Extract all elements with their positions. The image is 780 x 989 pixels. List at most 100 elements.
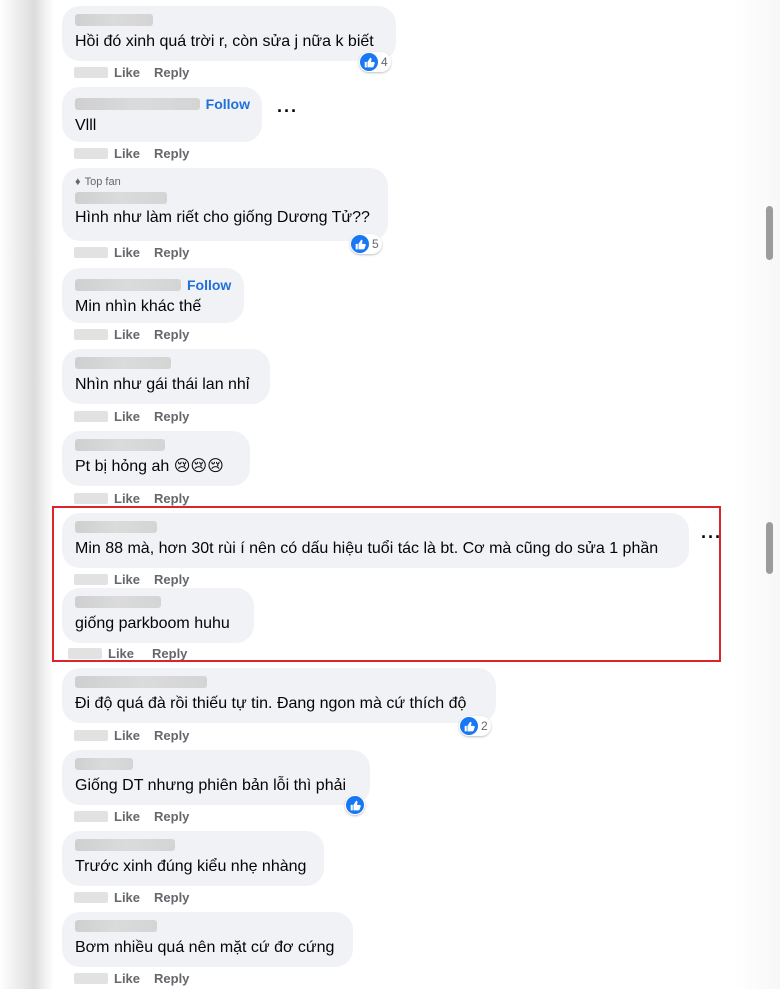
like-button[interactable]: Like bbox=[114, 890, 140, 905]
comment-actions: Like Reply bbox=[74, 491, 189, 506]
comment-bubble: Follow Vlll bbox=[62, 87, 262, 142]
reaction-count[interactable]: 4 bbox=[359, 52, 391, 72]
comment-text: Nhìn như gái thái lan nhỉ bbox=[75, 376, 250, 393]
commenter-name-blurred bbox=[75, 14, 153, 26]
comment-text: Pt bị hỏng ah 😢😢😢 bbox=[75, 458, 224, 475]
comment-bubble: Hồi đó xinh quá trời r, còn sửa j nữa k … bbox=[62, 6, 396, 61]
like-button[interactable]: Like bbox=[114, 245, 140, 260]
comment-actions: Like Reply bbox=[74, 245, 189, 260]
scrollbar-thumb-bottom[interactable] bbox=[766, 522, 773, 574]
comment-text: Hồi đó xinh quá trời r, còn sửa j nữa k … bbox=[75, 33, 374, 50]
thumbs-up-icon bbox=[346, 796, 364, 814]
timestamp-blurred bbox=[74, 973, 108, 984]
comment-text: Trước xinh đúng kiểu nhẹ nhàng bbox=[75, 858, 307, 875]
comment-item: Giống DT nhưng phiên bản lỗi thì phải bbox=[62, 750, 370, 805]
commenter-name-row: Follow bbox=[75, 95, 250, 113]
scrollbar-thumb-top[interactable] bbox=[766, 206, 773, 260]
reply-button[interactable]: Reply bbox=[154, 409, 189, 424]
reply-button[interactable]: Reply bbox=[154, 491, 189, 506]
comment-item: Follow Min nhìn khác thế bbox=[62, 268, 244, 323]
comment-bubble: Follow Min nhìn khác thế bbox=[62, 268, 244, 323]
comment-bubble: Nhìn như gái thái lan nhỉ bbox=[62, 349, 270, 404]
commenter-name-blurred bbox=[75, 676, 207, 688]
comment-actions: Like Reply bbox=[74, 146, 189, 161]
commenter-name-blurred bbox=[75, 839, 175, 851]
comment-actions: Like Reply bbox=[74, 327, 189, 342]
like-button[interactable]: Like bbox=[114, 65, 140, 80]
comment-bubble: Giống DT nhưng phiên bản lỗi thì phải bbox=[62, 750, 370, 805]
commenter-name-row: Follow bbox=[75, 276, 232, 294]
timestamp-blurred bbox=[74, 811, 108, 822]
like-button[interactable]: Like bbox=[114, 409, 140, 424]
comment-actions: Like Reply bbox=[74, 65, 189, 80]
commenter-name-blurred bbox=[75, 439, 165, 451]
diamond-icon: ♦ bbox=[75, 176, 81, 188]
comment-actions: Like Reply bbox=[74, 809, 189, 824]
like-button[interactable]: Like bbox=[114, 146, 140, 161]
comment-bubble: ♦ Top fan Hình như làm riết cho giống Dư… bbox=[62, 168, 388, 241]
comment-item: Pt bị hỏng ah 😢😢😢 bbox=[62, 431, 250, 486]
like-button[interactable]: Like bbox=[114, 491, 140, 506]
follow-button[interactable]: Follow bbox=[187, 277, 231, 293]
timestamp-blurred bbox=[74, 730, 108, 741]
commenter-name-blurred bbox=[75, 357, 171, 369]
top-fan-badge: ♦ Top fan bbox=[75, 176, 376, 188]
reply-button[interactable]: Reply bbox=[154, 146, 189, 161]
reaction-count[interactable]: 5 bbox=[350, 234, 382, 254]
top-fan-label: Top fan bbox=[84, 176, 121, 188]
comment-actions: Like Reply bbox=[74, 409, 189, 424]
reply-button[interactable]: Reply bbox=[154, 809, 189, 824]
timestamp-blurred bbox=[74, 247, 108, 258]
like-button[interactable]: Like bbox=[114, 327, 140, 342]
highlight-box bbox=[52, 506, 721, 662]
reaction-count[interactable]: 2 bbox=[459, 716, 491, 736]
comment-item: Hồi đó xinh quá trời r, còn sửa j nữa k … bbox=[62, 6, 396, 61]
timestamp-blurred bbox=[74, 67, 108, 78]
comment-item: Follow Vlll bbox=[62, 87, 262, 142]
follow-button[interactable]: Follow bbox=[206, 96, 250, 112]
more-options-icon[interactable]: ··· bbox=[277, 101, 298, 122]
comment-actions: Like Reply bbox=[74, 728, 189, 743]
comment-text: Bơm nhiều quá nên mặt cứ đơ cứng bbox=[75, 939, 335, 956]
thumbs-up-icon bbox=[360, 53, 378, 71]
comment-actions: Like Reply bbox=[74, 971, 189, 986]
commenter-name-blurred bbox=[75, 279, 181, 291]
comment-text: Giống DT nhưng phiên bản lỗi thì phải bbox=[75, 777, 347, 794]
comment-item: Nhìn như gái thái lan nhỉ bbox=[62, 349, 270, 404]
left-background-strip bbox=[0, 0, 54, 989]
right-scroll-area bbox=[735, 0, 780, 989]
timestamp-blurred bbox=[74, 329, 108, 340]
reaction-number: 4 bbox=[381, 55, 388, 69]
commenter-name-blurred bbox=[75, 920, 157, 932]
comment-bubble: Bơm nhiều quá nên mặt cứ đơ cứng bbox=[62, 912, 353, 967]
commenter-name-blurred bbox=[75, 192, 167, 204]
reply-button[interactable]: Reply bbox=[154, 890, 189, 905]
comment-item: Bơm nhiều quá nên mặt cứ đơ cứng bbox=[62, 912, 353, 967]
thumbs-up-icon bbox=[351, 235, 369, 253]
reaction-count[interactable] bbox=[345, 795, 365, 815]
like-button[interactable]: Like bbox=[114, 809, 140, 824]
comment-bubble: Pt bị hỏng ah 😢😢😢 bbox=[62, 431, 250, 486]
timestamp-blurred bbox=[74, 493, 108, 504]
comment-item: Đi độ quá đà rồi thiếu tự tin. Đang ngon… bbox=[62, 668, 496, 723]
comment-actions: Like Reply bbox=[74, 890, 189, 905]
reply-button[interactable]: Reply bbox=[154, 65, 189, 80]
reply-button[interactable]: Reply bbox=[154, 971, 189, 986]
timestamp-blurred bbox=[74, 411, 108, 422]
comment-bubble: Trước xinh đúng kiểu nhẹ nhàng bbox=[62, 831, 324, 886]
comment-text: Đi độ quá đà rồi thiếu tự tin. Đang ngon… bbox=[75, 695, 467, 712]
timestamp-blurred bbox=[74, 892, 108, 903]
like-button[interactable]: Like bbox=[114, 971, 140, 986]
reply-button[interactable]: Reply bbox=[154, 728, 189, 743]
comment-text: Vlll bbox=[75, 117, 97, 134]
comment-bubble: Đi độ quá đà rồi thiếu tự tin. Đang ngon… bbox=[62, 668, 496, 723]
reply-button[interactable]: Reply bbox=[154, 245, 189, 260]
reaction-number: 5 bbox=[372, 237, 379, 251]
commenter-name-blurred bbox=[75, 98, 200, 110]
comment-item: Trước xinh đúng kiểu nhẹ nhàng bbox=[62, 831, 324, 886]
timestamp-blurred bbox=[74, 148, 108, 159]
like-button[interactable]: Like bbox=[114, 728, 140, 743]
reaction-number: 2 bbox=[481, 719, 488, 733]
comment-text: Min nhìn khác thế bbox=[75, 298, 202, 315]
reply-button[interactable]: Reply bbox=[154, 327, 189, 342]
